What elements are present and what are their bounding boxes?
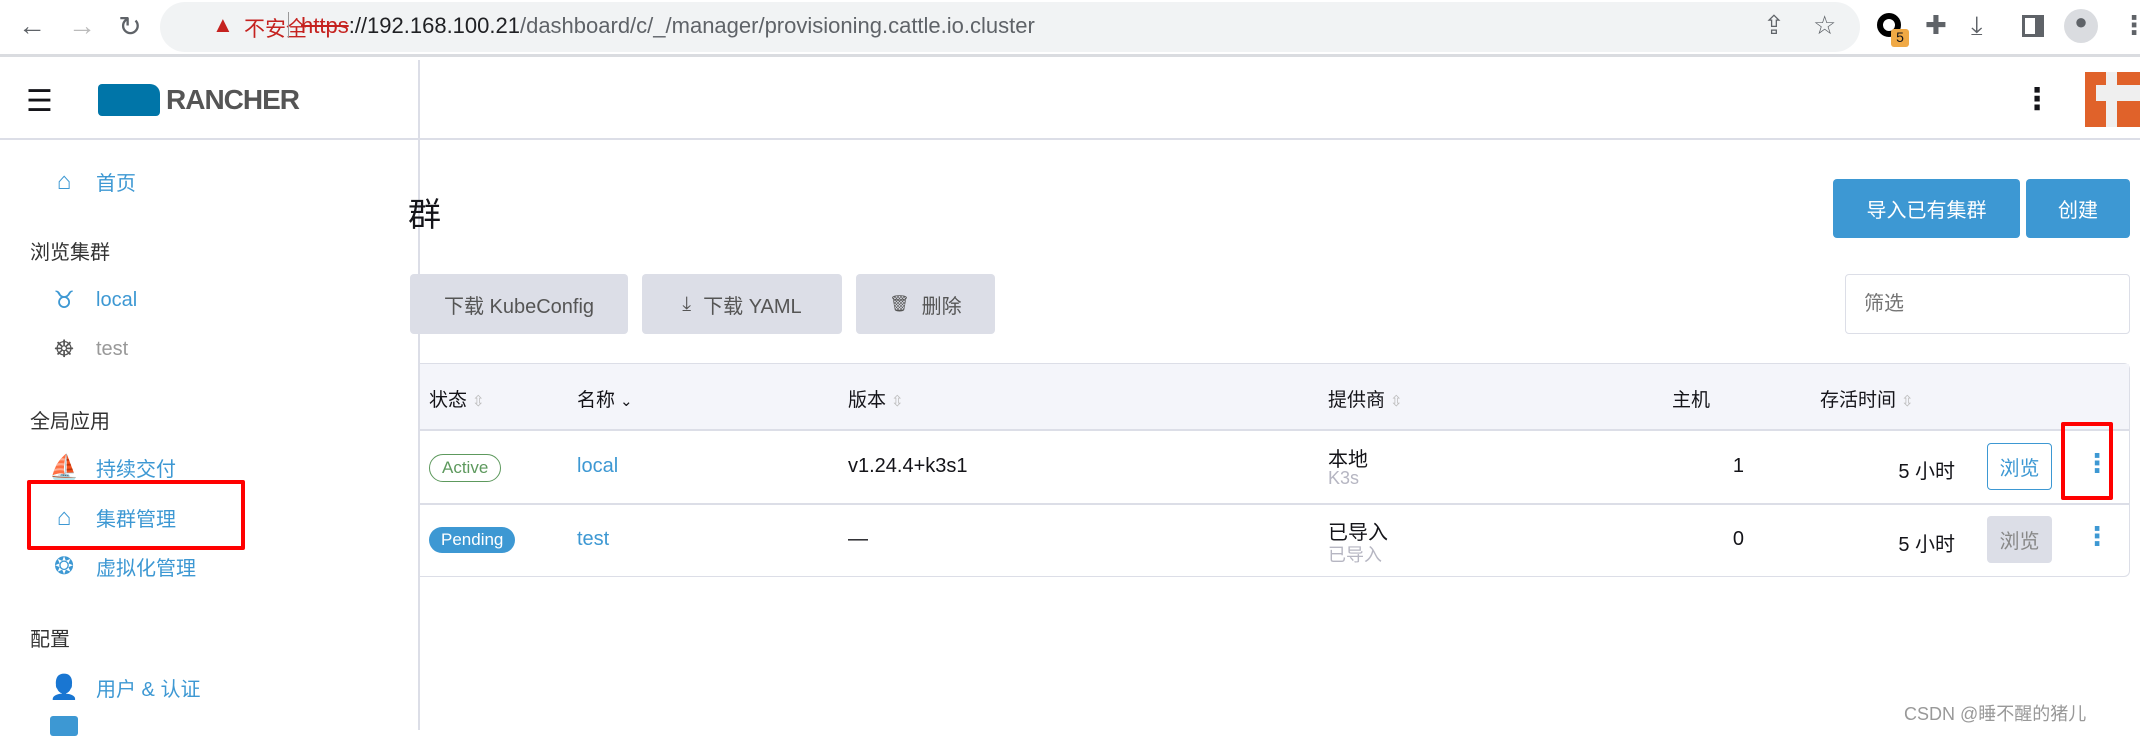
sailboat-icon: ⛵ xyxy=(49,454,79,481)
url-path: /dashboard/c/_/manager/provisioning.catt… xyxy=(519,13,1035,38)
forward-icon[interactable]: → xyxy=(64,10,100,42)
sidebar-item-test[interactable]: ☸ test xyxy=(48,335,128,364)
browser-menu-icon[interactable]: ⋮ xyxy=(2121,10,2140,41)
home-icon: ⌂ xyxy=(56,167,72,195)
sidebar-item-local[interactable]: ♉ local xyxy=(48,286,137,315)
cluster-provider-sub: 已导入 xyxy=(1328,545,1382,565)
import-cluster-button[interactable]: 导入已有集群 xyxy=(1833,179,2020,238)
download-icon: ⤓ xyxy=(682,292,692,315)
status-badge: Pending xyxy=(429,527,516,553)
highlight-box xyxy=(2061,422,2113,500)
cluster-version: — xyxy=(848,528,868,550)
sort-icon: ⇳ xyxy=(891,393,904,410)
cluster-name-link[interactable]: test xyxy=(577,528,609,551)
row-actions-icon[interactable]: ⋮ xyxy=(2084,521,2110,552)
user-icon: 👤 xyxy=(49,674,79,701)
sidepanel-icon[interactable] xyxy=(2022,15,2044,37)
button-label: 下载 KubeConfig xyxy=(443,295,595,318)
download-yaml-button[interactable]: ⤓ 下载 YAML xyxy=(642,274,842,334)
download-icon[interactable]: ⤓ xyxy=(1971,10,1983,42)
harvester-icon: ❂ xyxy=(53,553,75,580)
section-config: 配置 xyxy=(30,629,70,651)
cow-icon: ♉ xyxy=(53,287,75,314)
url-scheme: https xyxy=(301,13,349,38)
cluster-age: 5 小时 xyxy=(1898,534,1955,556)
sidebar-item-continuous-delivery[interactable]: ⛵ 持续交付 xyxy=(48,453,176,482)
url-text[interactable]: https://192.168.100.21/dashboard/c/_/man… xyxy=(301,13,1035,39)
create-button[interactable]: 创建 xyxy=(2026,179,2130,238)
header-menu-icon[interactable]: ⋮ xyxy=(2022,82,2052,117)
warning-icon: ▲ xyxy=(212,12,234,37)
sidebar-item-home[interactable]: ⌂ 首页 xyxy=(48,167,136,196)
browser-toolbar: ← → ↻ ▲ 不安全 https://192.168.100.21/dashb… xyxy=(0,0,2140,57)
cluster-name-link[interactable]: local xyxy=(577,455,618,478)
page-title: 群 xyxy=(408,196,441,233)
section-global: 全局应用 xyxy=(30,411,110,433)
column-hosts: 主机 xyxy=(1672,390,1711,411)
sidebar-item-label: 首页 xyxy=(96,173,136,195)
back-icon[interactable]: ← xyxy=(14,10,50,42)
sidebar-item-label: local xyxy=(96,289,138,311)
column-version[interactable]: 版本 ⇳ xyxy=(848,385,904,412)
sidebar-item-label: 持续交付 xyxy=(96,459,176,481)
user-avatar[interactable] xyxy=(2085,72,2140,127)
column-name[interactable]: 名称 ⌄ xyxy=(577,385,633,412)
section-explore: 浏览集群 xyxy=(30,242,110,264)
sidebar-item-label: 用户 & 认证 xyxy=(96,679,201,701)
cluster-hosts: 1 xyxy=(1732,455,1744,477)
security-label[interactable]: 不安全 xyxy=(244,13,307,43)
sidebar-item-users-auth[interactable]: 👤 用户 & 认证 xyxy=(48,673,200,702)
sidebar-item-label: test xyxy=(96,338,129,360)
explore-button[interactable]: 浏览 xyxy=(1987,443,2052,490)
column-provider[interactable]: 提供商 ⇳ xyxy=(1328,385,1403,412)
filter-input[interactable] xyxy=(1845,274,2130,334)
status-badge: Active xyxy=(429,454,502,482)
explore-button[interactable]: 浏览 xyxy=(1987,516,2052,563)
divider xyxy=(288,12,289,38)
url-host: ://192.168.100.21 xyxy=(348,13,520,38)
watermark: CSDN @睡不醒的猪儿 xyxy=(1904,704,2087,724)
delete-button[interactable]: 🗑 删除 xyxy=(856,274,995,334)
sort-icon: ⇳ xyxy=(1390,393,1403,410)
cluster-hosts: 0 xyxy=(1732,528,1744,550)
sort-desc-icon: ⌄ xyxy=(620,393,633,410)
sort-icon: ⇳ xyxy=(472,393,485,410)
button-label: 下载 YAML xyxy=(703,295,802,318)
cluster-version: v1.24.4+k3s1 xyxy=(848,455,968,477)
cluster-provider-sub: K3s xyxy=(1328,468,1360,488)
profile-icon[interactable]: ● xyxy=(2064,9,2098,43)
trash-icon: 🗑 xyxy=(889,296,910,313)
cluster-age: 5 小时 xyxy=(1898,461,1955,483)
reload-icon[interactable]: ↻ xyxy=(112,10,148,43)
star-icon[interactable]: ☆ xyxy=(1813,10,1836,41)
highlight-box xyxy=(27,480,245,550)
row-divider xyxy=(420,503,2129,505)
extensions-icon xyxy=(50,716,78,736)
puzzle-icon[interactable]: ✚ xyxy=(1925,10,1947,41)
extension-badge: 5 xyxy=(1891,29,1909,47)
sidebar-item-virtualization[interactable]: ❂ 虚拟化管理 xyxy=(48,552,196,581)
sort-icon: ⇳ xyxy=(1901,393,1914,410)
download-kubeconfig-button[interactable]: 下载 KubeConfig xyxy=(410,274,628,334)
kubernetes-icon: ☸ xyxy=(53,336,75,363)
column-age[interactable]: 存活时间 ⇳ xyxy=(1820,385,1914,412)
share-icon[interactable]: ⇪ xyxy=(1763,10,1785,41)
button-label: 删除 xyxy=(921,295,962,318)
sidebar-item-label: 虚拟化管理 xyxy=(96,558,196,580)
column-state[interactable]: 状态 ⇳ xyxy=(429,385,485,412)
